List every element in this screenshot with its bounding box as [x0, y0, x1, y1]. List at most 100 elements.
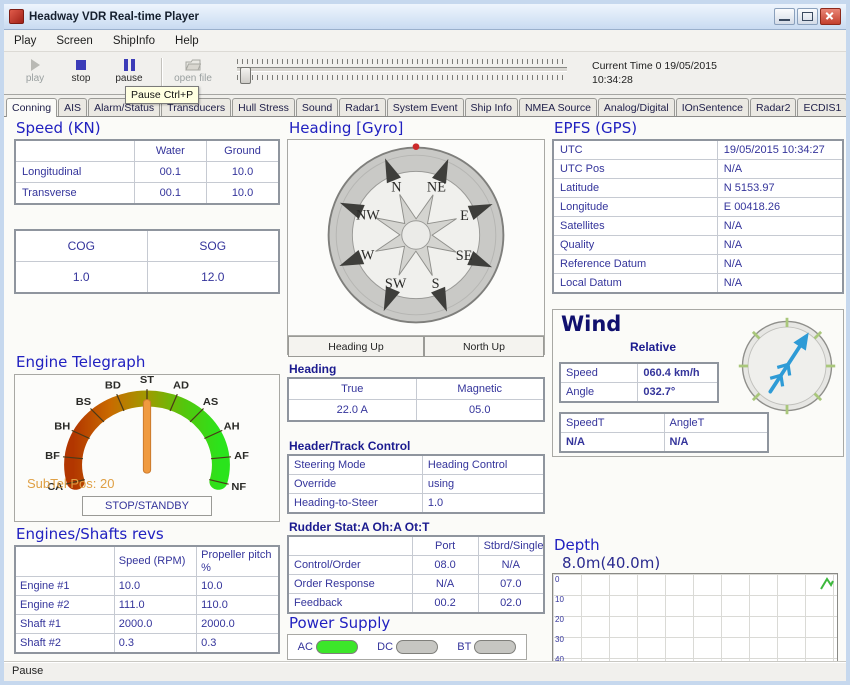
wind-title: Wind [561, 312, 621, 336]
power-label: BT [457, 641, 471, 653]
column-header: Stbrd/Single [478, 536, 544, 556]
table-cell: E 00418.26 [717, 198, 843, 217]
telegraph-scale-label: AF [234, 451, 249, 462]
table-row: N/AN/A [560, 433, 768, 453]
open-file-label: open file [164, 73, 222, 84]
tab-hull-stress[interactable]: Hull Stress [232, 98, 295, 116]
table-cell: 00.1 [134, 162, 206, 183]
table-cell: Satellites [553, 217, 717, 236]
tab-ship-info[interactable]: Ship Info [465, 98, 518, 116]
menu-shipinfo[interactable]: ShipInfo [103, 32, 165, 50]
pause-button[interactable]: pause [104, 56, 154, 84]
table-cell: N/A [717, 236, 843, 255]
epfs-section-title: EPFS (GPS) [554, 119, 637, 137]
tab-ionsentence[interactable]: IOnSentence [676, 98, 749, 116]
stop-standby-button[interactable]: STOP/STANDBY [82, 496, 212, 516]
table-cell: Latitude [553, 179, 717, 198]
power-lamp-ac [316, 640, 358, 654]
maximize-button[interactable] [797, 8, 818, 25]
timeline-thumb[interactable] [240, 67, 251, 84]
table-row: Shaft #12000.02000.0 [15, 615, 279, 634]
telegraph-scale-label: NF [231, 481, 246, 492]
tab-ais[interactable]: AIS [58, 98, 87, 116]
table-cell: 060.4 km/h [638, 363, 718, 383]
column-header: Magnetic [416, 378, 544, 400]
column-header: SpeedT [560, 413, 664, 433]
table-row: UTC19/05/2015 10:34:27 [553, 140, 843, 160]
table-cell: 19/05/2015 10:34:27 [717, 140, 843, 160]
menu-screen[interactable]: Screen [46, 32, 102, 50]
table-row: SatellitesN/A [553, 217, 843, 236]
heading-up-button[interactable]: Heading Up [288, 336, 424, 357]
table-cell: Heading-to-Steer [288, 494, 422, 514]
header-row: WaterGround [15, 140, 279, 162]
table-cell: 05.0 [416, 400, 544, 422]
stop-button[interactable]: stop [56, 56, 106, 84]
table-cell: 0.3 [197, 634, 279, 654]
close-button[interactable] [820, 8, 841, 25]
power-supply-panel: ACDCBT [287, 634, 527, 660]
table-cell: Angle [560, 383, 638, 403]
table-row: Longitudinal00.110.0 [15, 162, 279, 183]
telegraph-scale-label: BS [76, 396, 91, 407]
table-row: Heading-to-Steer1.0 [288, 494, 544, 514]
header-row: TrueMagnetic [288, 378, 544, 400]
depth-axis-label: 30 [555, 636, 564, 644]
power-lamp-bt [474, 640, 516, 654]
table-cell: using [422, 475, 544, 494]
table-cell: N/A [717, 217, 843, 236]
table-cell: 1.0 [15, 262, 147, 294]
table-cell: 1.0 [422, 494, 544, 514]
engines-table-grid: Speed (RPM)Propeller pitch %Engine #110.… [14, 545, 280, 654]
timeline-slider[interactable] [237, 59, 567, 87]
compass-point-label: N [391, 179, 401, 195]
app-window: Headway VDR Real-time Player PlayScreenS… [0, 0, 850, 685]
timeline-ticks-bottom [237, 75, 567, 80]
power-label: AC [298, 641, 313, 653]
minimize-button[interactable] [774, 8, 795, 25]
status-bar: Pause [4, 661, 846, 681]
menu-bar: PlayScreenShipInfoHelp [4, 30, 846, 52]
table-cell: UTC [553, 140, 717, 160]
engines-table: Speed (RPM)Propeller pitch %Engine #110.… [14, 545, 280, 654]
table-row: Order ResponseN/A07.0 [288, 575, 544, 594]
tab-conning[interactable]: Conning [6, 98, 57, 117]
tab-sound[interactable]: Sound [296, 98, 338, 116]
tab-ecdis1[interactable]: ECDIS1 [797, 98, 847, 116]
table-row: Shaft #20.30.3 [15, 634, 279, 654]
open-file-button[interactable]: open file [164, 56, 222, 84]
tab-radar1[interactable]: Radar1 [339, 98, 385, 116]
cog-sog-table-grid: COGSOG1.012.0 [14, 229, 280, 294]
epfs-table: UTC19/05/2015 10:34:27UTC PosN/ALatitude… [552, 139, 844, 294]
power-indicator-ac: AC [298, 640, 358, 654]
table-cell: 0.3 [114, 634, 196, 654]
depth-axis-label: 10 [555, 596, 564, 604]
minimize-icon [779, 19, 790, 21]
table-cell: 10.0 [207, 162, 279, 183]
timeline-track[interactable] [237, 67, 567, 72]
tab-nmea-source[interactable]: NMEA Source [519, 98, 597, 116]
window-title: Headway VDR Real-time Player [29, 11, 199, 23]
table-row: Local DatumN/A [553, 274, 843, 294]
table-cell: UTC Pos [553, 160, 717, 179]
play-button[interactable]: play [10, 56, 60, 84]
track-control-sub-title: Header/Track Control [289, 439, 410, 453]
north-up-button[interactable]: North Up [424, 336, 544, 357]
power-lamp-dc [396, 640, 438, 654]
table-row: Transverse00.110.0 [15, 183, 279, 205]
table-cell: 10.0 [207, 183, 279, 205]
wind-speed-angle-table: Speed060.4 km/hAngle032.7° [559, 362, 719, 403]
tab-analog-digital[interactable]: Analog/Digital [598, 98, 675, 116]
compass-rose: NNEESESSWWNW [321, 140, 511, 330]
menu-help[interactable]: Help [165, 32, 209, 50]
engine-telegraph-panel: CABFBHBSBDSTADASAHAFNF SubTel Pos: 20 ST… [14, 374, 280, 522]
column-header: Ground [207, 140, 279, 162]
tab-system-event[interactable]: System Event [387, 98, 464, 116]
wind-direction-gauge [736, 315, 838, 417]
menu-play[interactable]: Play [4, 32, 46, 50]
title-bar: Headway VDR Real-time Player [4, 4, 846, 30]
table-row: Speed060.4 km/h [560, 363, 718, 383]
table-row: LatitudeN 5153.97 [553, 179, 843, 198]
tab-radar2[interactable]: Radar2 [750, 98, 796, 116]
column-header: Port [412, 536, 478, 556]
